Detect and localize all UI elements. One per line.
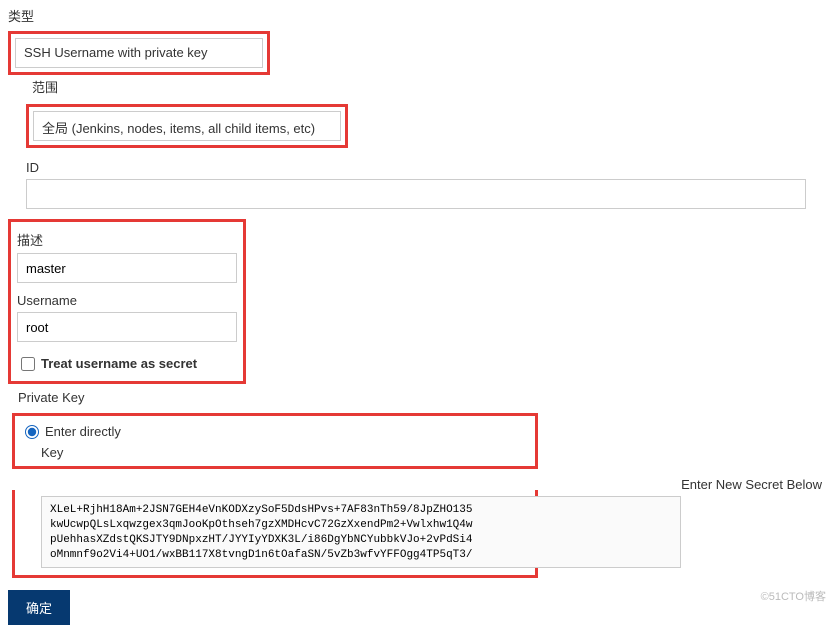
key-label: Key [41,445,529,460]
scope-select[interactable]: 全局 (Jenkins, nodes, items, all child ite… [33,111,341,141]
enter-directly-radio[interactable] [25,425,39,439]
key-textarea[interactable] [41,496,681,568]
enter-directly-label: Enter directly [45,424,121,439]
description-label: 描述 [17,230,237,249]
id-input[interactable] [26,179,806,209]
description-input[interactable] [17,253,237,283]
treat-secret-checkbox[interactable] [21,357,35,371]
private-key-label: Private Key [18,390,824,405]
watermark-text: ©51CTO博客 [761,588,826,604]
treat-secret-label: Treat username as secret [41,356,197,371]
username-label: Username [17,293,237,308]
type-label: 类型 [8,6,824,25]
scope-label: 范围 [32,77,824,96]
username-input[interactable] [17,312,237,342]
id-label: ID [26,160,824,175]
type-select[interactable]: SSH Username with private key [15,38,263,68]
